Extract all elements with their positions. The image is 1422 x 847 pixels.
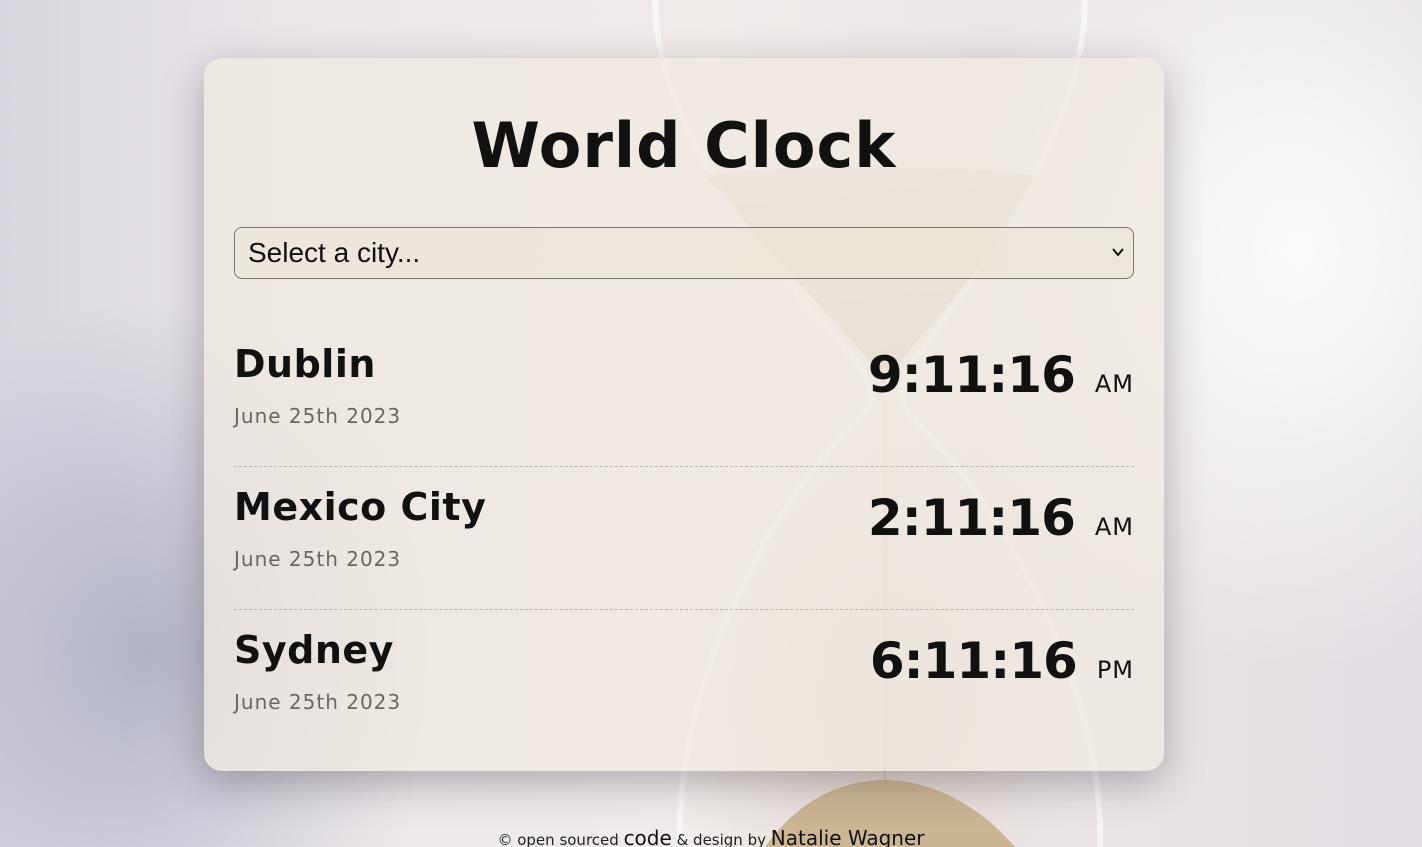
chevron-down-icon bbox=[1112, 248, 1124, 257]
footer-prefix: © open sourced bbox=[497, 831, 619, 847]
page-title: World Clock bbox=[471, 109, 897, 182]
city-time: 2:11:16 AM bbox=[868, 489, 1134, 547]
city-select[interactable]: Select a city... bbox=[234, 227, 1134, 279]
code-link[interactable]: code bbox=[624, 826, 672, 847]
city-date: June 25th 2023 bbox=[234, 547, 402, 571]
time-ampm: AM bbox=[1094, 370, 1134, 398]
time-ampm: AM bbox=[1094, 513, 1134, 541]
time-value: 2:11:16 bbox=[867, 489, 1076, 547]
city-date: June 25th 2023 bbox=[234, 690, 402, 714]
city-time: 9:11:16 AM bbox=[868, 346, 1134, 404]
city-list: Dublin June 25th 2023 9:11:16 AM Mexico … bbox=[234, 324, 1134, 752]
city-row-dublin: Dublin June 25th 2023 9:11:16 AM bbox=[234, 324, 1134, 467]
time-ampm: PM bbox=[1096, 656, 1134, 684]
city-name: Dublin bbox=[234, 342, 376, 386]
city-row-sydney: Sydney June 25th 2023 6:11:16 PM bbox=[234, 610, 1134, 752]
city-select-value: Select a city... bbox=[248, 237, 421, 268]
author-link[interactable]: Natalie Wagner bbox=[771, 826, 925, 847]
city-date: June 25th 2023 bbox=[234, 404, 402, 428]
footer: © open sourced code & design by Natalie … bbox=[0, 826, 1422, 847]
city-row-mexico-city: Mexico City June 25th 2023 2:11:16 AM bbox=[234, 467, 1134, 610]
city-name: Mexico City bbox=[234, 485, 487, 529]
world-clock-card: World Clock Select a city... Dublin June… bbox=[204, 58, 1164, 771]
footer-middle: & design by bbox=[676, 831, 766, 847]
time-value: 9:11:16 bbox=[867, 346, 1076, 404]
time-value: 6:11:16 bbox=[869, 632, 1078, 690]
city-time: 6:11:16 PM bbox=[870, 632, 1134, 690]
city-name: Sydney bbox=[234, 628, 394, 672]
